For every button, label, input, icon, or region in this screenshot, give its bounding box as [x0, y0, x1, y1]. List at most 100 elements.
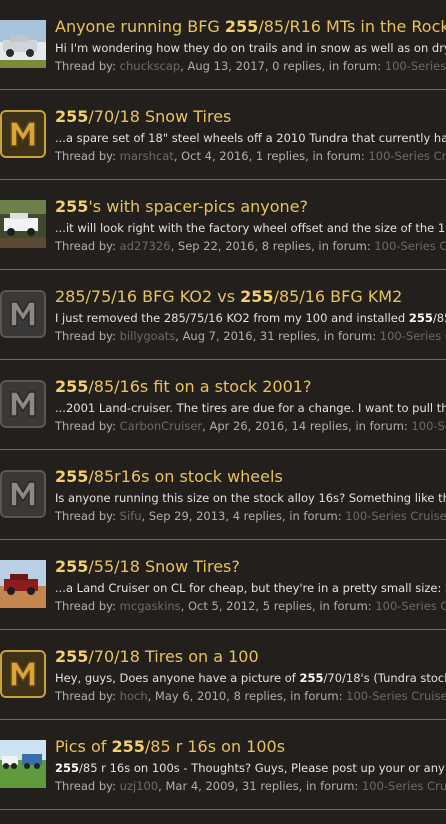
result-meta: Thread by: mcgaskins, Oct 5, 2012, 5 rep… — [55, 598, 446, 614]
reply-count: 0 replies — [272, 59, 322, 73]
author-link[interactable]: billygoats — [120, 329, 176, 343]
user-avatar[interactable] — [0, 650, 46, 698]
post-date: May 6, 2010 — [154, 689, 227, 703]
reply-count: 31 replies — [259, 329, 317, 343]
in-forum-label: , in forum: — [312, 599, 376, 613]
snippet-highlight: 255 — [408, 311, 433, 325]
thread-title-link[interactable]: Pics of 255/85 r 16s on 100s — [55, 736, 285, 758]
post-date: Apr 26, 2016 — [209, 419, 285, 433]
title-text: /55/18 Snow Tires? — [88, 557, 240, 576]
snippet-text: ...2001 Land-cruiser. The tires are due … — [55, 401, 446, 415]
thread-title-link[interactable]: 255/70/18 Snow Tires — [55, 106, 231, 128]
snippet-text: /85/1 — [432, 311, 446, 325]
result-meta: Thread by: uzj100, Mar 4, 2009, 31 repli… — [55, 778, 446, 794]
forum-link[interactable]: 100-Series Cruisers — [346, 689, 446, 703]
post-date: Mar 4, 2009 — [165, 779, 235, 793]
result-meta: Thread by: hoch, May 6, 2010, 8 replies,… — [55, 688, 446, 704]
title-text: Pics of — [55, 737, 112, 756]
in-forum-label: , in forum: — [298, 779, 362, 793]
author-link[interactable]: marshcat — [120, 149, 174, 163]
author-link[interactable]: mcgaskins — [120, 599, 181, 613]
post-date: Aug 13, 2017 — [187, 59, 265, 73]
thread-by-label: Thread by: — [55, 149, 120, 163]
title-text: 's with spacer-pics anyone? — [88, 197, 309, 216]
title-highlight: 255 — [55, 107, 89, 126]
user-avatar[interactable] — [0, 110, 46, 158]
forum-link[interactable]: 100-Series Cruisers — [375, 599, 446, 613]
reply-count: 31 replies — [242, 779, 299, 793]
reply-count: 8 replies — [261, 239, 312, 253]
thread-title-link[interactable]: 255's with spacer-pics anyone? — [55, 196, 308, 218]
result-meta: Thread by: Sifu, Sep 29, 2013, 4 replies… — [55, 508, 446, 524]
search-result-item: 255/70/18 Tires on a 100 Hey, guys, Does … — [0, 630, 446, 720]
result-meta: Thread by: billygoats, Aug 7, 2016, 31 r… — [55, 328, 446, 344]
thread-title-link[interactable]: Anyone running BFG 255/85/R16 MTs in the… — [55, 16, 446, 38]
forum-link[interactable]: 100-Series Cruisers — [411, 419, 446, 433]
forum-link[interactable]: 100-Series Cruisers — [374, 239, 446, 253]
title-text: /85/16s fit on a stock 2001? — [88, 377, 312, 396]
snippet-text: /70/18's (Tundra stock siz — [323, 671, 446, 685]
forum-link[interactable]: 100-Series Cruisers — [362, 779, 446, 793]
snippet-highlight: 255 — [55, 761, 80, 775]
thread-title-link[interactable]: 255/70/18 Tires on a 100 — [55, 646, 259, 668]
title-text: /85/16 BFG KM2 — [273, 287, 403, 306]
thread-thumbnail[interactable] — [0, 200, 46, 248]
reply-count: 5 replies — [262, 599, 313, 613]
thread-thumbnail[interactable] — [0, 560, 46, 608]
author-link[interactable]: Sifu — [120, 509, 142, 523]
reply-count: 1 replies — [255, 149, 306, 163]
thread-by-label: Thread by: — [55, 599, 120, 613]
user-avatar[interactable] — [0, 380, 46, 428]
search-result-item: 255/85r16s on stock wheels Is anyone runn… — [0, 450, 446, 540]
in-forum-label: , in forum: — [281, 509, 346, 523]
thread-thumbnail[interactable] — [0, 740, 46, 788]
snippet-text: Hi I'm wondering how they do on trails a… — [55, 41, 446, 55]
forum-link[interactable]: 100-Series Cruisers — [385, 59, 446, 73]
result-snippet: I just removed the 285/75/16 KO2 from my… — [55, 310, 446, 326]
post-date: Oct 4, 2016 — [181, 149, 249, 163]
title-text: /85 r 16s on 100s — [144, 737, 286, 756]
thread-by-label: Thread by: — [55, 329, 120, 343]
in-forum-label: , in forum: — [311, 239, 375, 253]
author-link[interactable]: CarbonCruiser — [120, 419, 202, 433]
title-highlight: 255 — [55, 557, 89, 576]
title-highlight: 255 — [55, 197, 89, 216]
author-link[interactable]: hoch — [120, 689, 148, 703]
thread-title-link[interactable]: 255/85r16s on stock wheels — [55, 466, 283, 488]
thread-by-label: Thread by: — [55, 59, 120, 73]
author-link[interactable]: uzj100 — [120, 779, 158, 793]
thread-title-link[interactable]: 255/55/18 Snow Tires? — [55, 556, 240, 578]
forum-link[interactable]: 100-Series Cruisers — [368, 149, 446, 163]
search-result-item: 255's with spacer-pics anyone? ...it will… — [0, 180, 446, 270]
forum-link[interactable]: 100-Series Cruisers — [380, 329, 446, 343]
snippet-text: ...a Land Cruiser on CL for cheap, but t… — [55, 581, 446, 595]
title-highlight: 255 — [111, 737, 145, 756]
author-link[interactable]: chuckscap — [120, 59, 181, 73]
thread-title-link[interactable]: 285/75/16 BFG KO2 vs 255/85/16 BFG KM2 — [55, 286, 402, 308]
snippet-text: Is anyone running this size on the stock… — [55, 491, 446, 505]
post-date: Sep 22, 2016 — [177, 239, 255, 253]
result-snippet: ...a Land Cruiser on CL for cheap, but t… — [55, 580, 446, 596]
title-text: /85r16s on stock wheels — [88, 467, 283, 486]
post-date: Sep 29, 2013 — [148, 509, 226, 523]
result-meta: Thread by: CarbonCruiser, Apr 26, 2016, … — [55, 418, 446, 434]
user-avatar[interactable] — [0, 470, 46, 518]
forum-link[interactable]: 100-Series Cruisers — [345, 509, 446, 523]
snippet-text: Hey, guys, Does anyone have a picture of — [55, 671, 300, 685]
in-forum-label: , in forum: — [321, 59, 385, 73]
snippet-text: ...it will look right with the factory w… — [55, 221, 446, 235]
title-highlight: 255 — [55, 647, 89, 666]
thread-title-link[interactable]: 255/85/16s fit on a stock 2001? — [55, 376, 311, 398]
title-text: Anyone running BFG — [55, 17, 225, 36]
title-highlight: 255 — [55, 467, 89, 486]
result-meta: Thread by: ad27326, Sep 22, 2016, 8 repl… — [55, 238, 446, 254]
thread-thumbnail[interactable] — [0, 20, 46, 68]
thread-by-label: Thread by: — [55, 689, 120, 703]
result-meta: Thread by: chuckscap, Aug 13, 2017, 0 re… — [55, 58, 446, 74]
thread-by-label: Thread by: — [55, 509, 120, 523]
user-avatar[interactable] — [0, 290, 46, 338]
snippet-text: ...a spare set of 18" steel wheels off a… — [55, 131, 446, 145]
author-link[interactable]: ad27326 — [120, 239, 171, 253]
search-result-item: Anyone running BFG 255/85/R16 MTs in the… — [0, 0, 446, 90]
title-text: /85/R16 MTs in the Rocky's — [258, 17, 446, 36]
